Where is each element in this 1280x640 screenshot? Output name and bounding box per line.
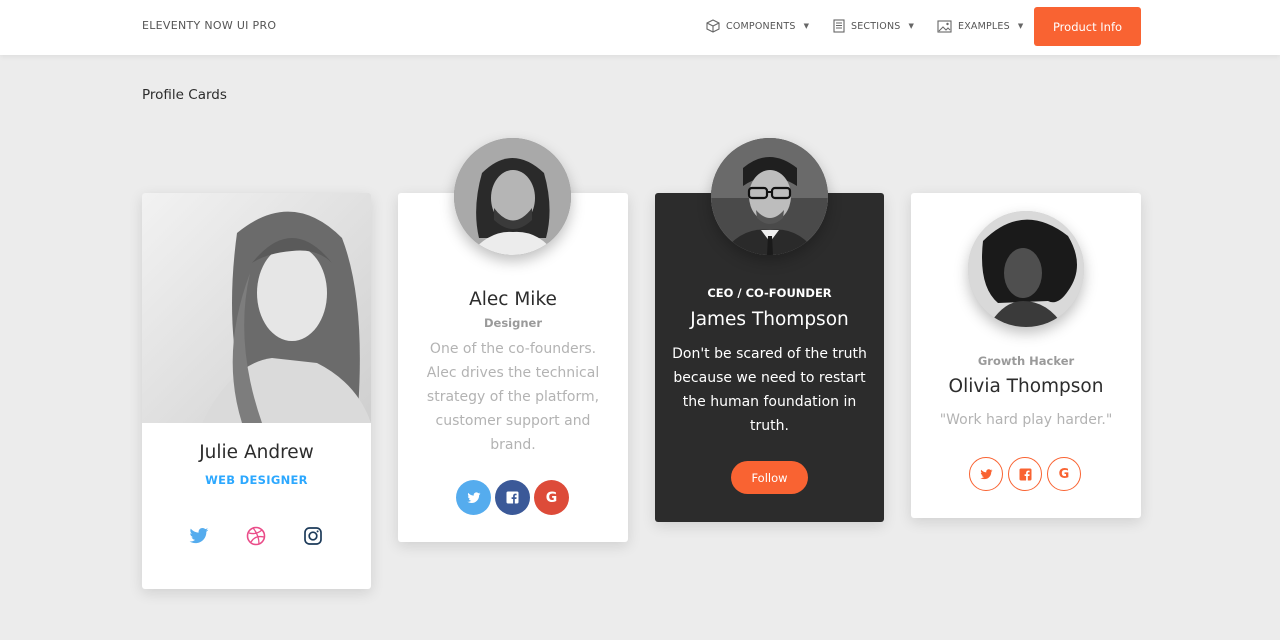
image-icon xyxy=(937,19,952,33)
profile-role: WEB DESIGNER xyxy=(205,473,308,487)
twitter-icon[interactable] xyxy=(189,527,209,545)
product-info-button[interactable]: Product Info xyxy=(1034,7,1141,46)
nav-components-label: COMPONENTS xyxy=(726,20,796,32)
google-icon: G xyxy=(545,489,558,506)
profile-description: Don't be scared of the truth because we … xyxy=(672,346,867,434)
profile-description: One of the co-founders. Alec drives the … xyxy=(426,341,600,453)
twitter-icon xyxy=(466,491,480,503)
profile-role: CEO / CO-FOUNDER xyxy=(707,286,832,300)
avatar xyxy=(711,138,828,255)
nav-sections-label: SECTIONS xyxy=(851,20,901,32)
avatar xyxy=(454,138,571,255)
profile-role: Designer xyxy=(483,316,543,330)
social-buttons: G xyxy=(969,457,1081,491)
facebook-button[interactable] xyxy=(1008,457,1042,491)
facebook-icon xyxy=(506,491,519,504)
nav-sections[interactable]: SECTIONS ▼ xyxy=(833,18,914,34)
section-title: Profile Cards xyxy=(142,87,227,103)
dribbble-icon[interactable] xyxy=(246,526,266,546)
nav-examples-label: EXAMPLES xyxy=(958,20,1010,32)
twitter-button[interactable] xyxy=(456,480,491,515)
brand-link[interactable]: ELEVENTY NOW UI PRO xyxy=(142,19,276,32)
google-icon: G xyxy=(1058,466,1070,482)
profile-name: Alec Mike xyxy=(469,289,557,310)
profile-quote: "Work hard play harder." xyxy=(939,412,1113,428)
navbar: ELEVENTY NOW UI PRO COMPONENTS ▼ SECTION… xyxy=(0,0,1280,55)
social-buttons: G xyxy=(456,480,569,515)
profile-card-alec: Alec Mike Designer One of the co-founder… xyxy=(398,138,628,542)
profile-card-james: CEO / CO-FOUNDER James Thompson Don't be… xyxy=(655,138,884,522)
document-icon xyxy=(833,19,845,33)
facebook-icon xyxy=(1019,468,1031,481)
profile-card-julie: Julie Andrew WEB DESIGNER xyxy=(142,193,371,589)
profile-name: Olivia Thompson xyxy=(948,376,1104,397)
profile-name: Julie Andrew xyxy=(199,442,314,463)
box-icon xyxy=(706,19,720,33)
nav-components[interactable]: COMPONENTS ▼ xyxy=(706,18,809,34)
twitter-icon xyxy=(979,468,993,479)
facebook-button[interactable] xyxy=(495,480,530,515)
profile-role: Growth Hacker xyxy=(977,354,1075,368)
profile-card-olivia: Growth Hacker Olivia Thompson "Work hard… xyxy=(911,193,1141,518)
nav-examples[interactable]: EXAMPLES ▼ xyxy=(937,18,1023,34)
google-button[interactable]: G xyxy=(534,480,569,515)
instagram-icon[interactable] xyxy=(304,527,322,545)
profile-photo xyxy=(142,193,371,423)
chevron-down-icon: ▼ xyxy=(803,22,810,30)
profile-name: James Thompson xyxy=(690,309,849,330)
google-button[interactable]: G xyxy=(1047,457,1081,491)
twitter-button[interactable] xyxy=(969,457,1003,491)
avatar xyxy=(968,211,1084,327)
chevron-down-icon: ▼ xyxy=(908,22,915,30)
follow-button[interactable]: Follow xyxy=(731,461,808,494)
chevron-down-icon: ▼ xyxy=(1017,22,1024,30)
